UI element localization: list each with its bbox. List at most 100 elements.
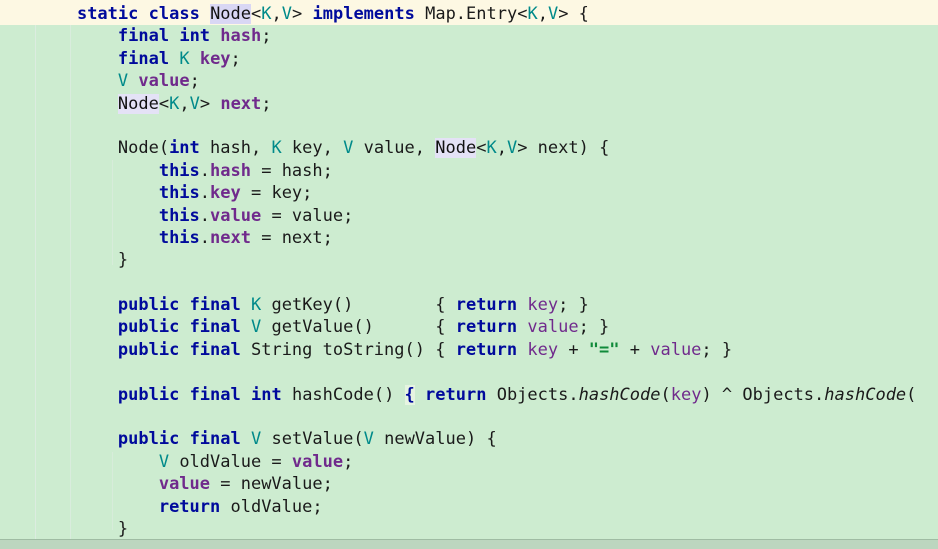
code-token: >	[292, 4, 313, 24]
code-token: Node	[435, 138, 477, 159]
line-13-blank[interactable]	[0, 272, 916, 294]
code-token: this	[158, 205, 200, 226]
code-token: > next) {	[517, 138, 610, 159]
line-3-field-key[interactable]: final K key;	[0, 48, 916, 70]
line-19-blank[interactable]	[0, 406, 916, 428]
code-token: Map.Entry<	[414, 4, 528, 24]
line-16-tostring[interactable]: public final String toString() { return …	[0, 339, 916, 361]
code-token: return	[158, 496, 221, 517]
code-token: Objects.	[486, 384, 579, 405]
code-token: value,	[353, 138, 436, 159]
line-12-ctor-close[interactable]: }	[0, 249, 916, 271]
line-15-getvalue[interactable]: public final V getValue() { return value…	[0, 316, 916, 338]
code-token: key	[199, 48, 231, 69]
code-token: class	[148, 4, 200, 24]
code-token: ; }	[701, 339, 733, 360]
code-token: public	[117, 295, 180, 316]
editor-bottom-strip	[0, 539, 938, 549]
line-14-getkey[interactable]: public final K getKey() { return key; }	[0, 294, 916, 316]
line-11-assign-next[interactable]: this.next = next;	[0, 227, 916, 249]
line-17-blank[interactable]	[0, 361, 916, 383]
code-token: public	[117, 429, 180, 450]
code-token: public	[117, 339, 180, 360]
code-token: hashCode	[824, 384, 907, 405]
code-token: K	[271, 138, 282, 159]
code-token: value	[158, 474, 211, 495]
code-token: >	[199, 93, 221, 114]
code-token: <	[251, 4, 262, 24]
code-token: <	[476, 138, 487, 159]
line-9-assign-key[interactable]: this.key = key;	[0, 182, 916, 204]
code-token: V	[117, 71, 129, 92]
code-token: oldValue;	[220, 496, 323, 517]
code-token: final	[189, 429, 241, 450]
code-token: K	[251, 295, 262, 316]
line-20-setvalue-signature[interactable]: public final V setValue(V newValue) {	[0, 428, 916, 450]
code-token: hashCode	[578, 384, 661, 405]
code-token: String toString() {	[240, 339, 456, 360]
code-token: newValue) {	[373, 429, 497, 450]
line-1-class-decl[interactable]: static class Node<K,V> implements Map.En…	[0, 3, 916, 25]
line-10-assign-value[interactable]: this.value = value;	[0, 205, 916, 227]
code-editor-viewport[interactable]: static class Node<K,V> implements Map.En…	[0, 0, 938, 549]
code-token: value	[210, 205, 262, 226]
line-5-field-next[interactable]: Node<K,V> next;	[0, 93, 916, 115]
code-token: .	[199, 205, 211, 226]
code-token: hash,	[199, 138, 272, 159]
code-token: ) ^ Objects.	[701, 384, 825, 405]
code-token: final	[189, 384, 241, 405]
code-token: hashCode()	[281, 384, 405, 405]
line-2-field-hash[interactable]: final int hash;	[0, 25, 916, 47]
code-token: K	[169, 93, 180, 114]
code-token: = newValue;	[210, 474, 333, 495]
code-token: ,	[537, 4, 548, 24]
line-4-field-value[interactable]: V value;	[0, 70, 916, 92]
line-24-setvalue-close[interactable]: }	[0, 518, 916, 540]
code-token: value	[650, 339, 702, 360]
code-token: next	[210, 227, 251, 248]
line-23-return-oldvalue[interactable]: return oldValue;	[0, 496, 916, 518]
code-token: this	[158, 183, 200, 204]
code-token: Node	[117, 93, 159, 114]
code-text-area[interactable]: static class Node<K,V> implements Map.En…	[0, 0, 916, 540]
code-token: +	[619, 339, 651, 360]
code-token: final	[189, 317, 241, 338]
code-token: = key;	[240, 183, 313, 204]
code-token: this	[158, 160, 200, 181]
code-token: ,	[496, 138, 507, 159]
code-token: K	[486, 138, 497, 159]
line-7-ctor-signature[interactable]: Node(int hash, K key, V value, Node<K,V>…	[0, 137, 916, 159]
code-token: V	[189, 93, 200, 114]
code-token: implements	[312, 4, 415, 24]
line-21-oldvalue-decl[interactable]: V oldValue = value;	[0, 451, 916, 473]
code-token: V	[343, 138, 354, 159]
line-22-assign-newvalue[interactable]: value = newValue;	[0, 473, 916, 495]
code-token: getKey() {	[261, 295, 456, 316]
code-token: getValue() {	[261, 317, 456, 338]
line-8-assign-hash[interactable]: this.hash = hash;	[0, 160, 916, 182]
code-token: <	[158, 93, 170, 114]
code-token: V	[251, 317, 262, 338]
code-token: K	[261, 4, 272, 24]
code-token: oldValue =	[169, 451, 292, 472]
code-token: ;	[343, 451, 354, 472]
line-18-hashcode[interactable]: public final int hashCode() { return Obj…	[0, 384, 916, 406]
code-token: V	[281, 4, 293, 24]
line-6-blank[interactable]	[0, 115, 916, 137]
